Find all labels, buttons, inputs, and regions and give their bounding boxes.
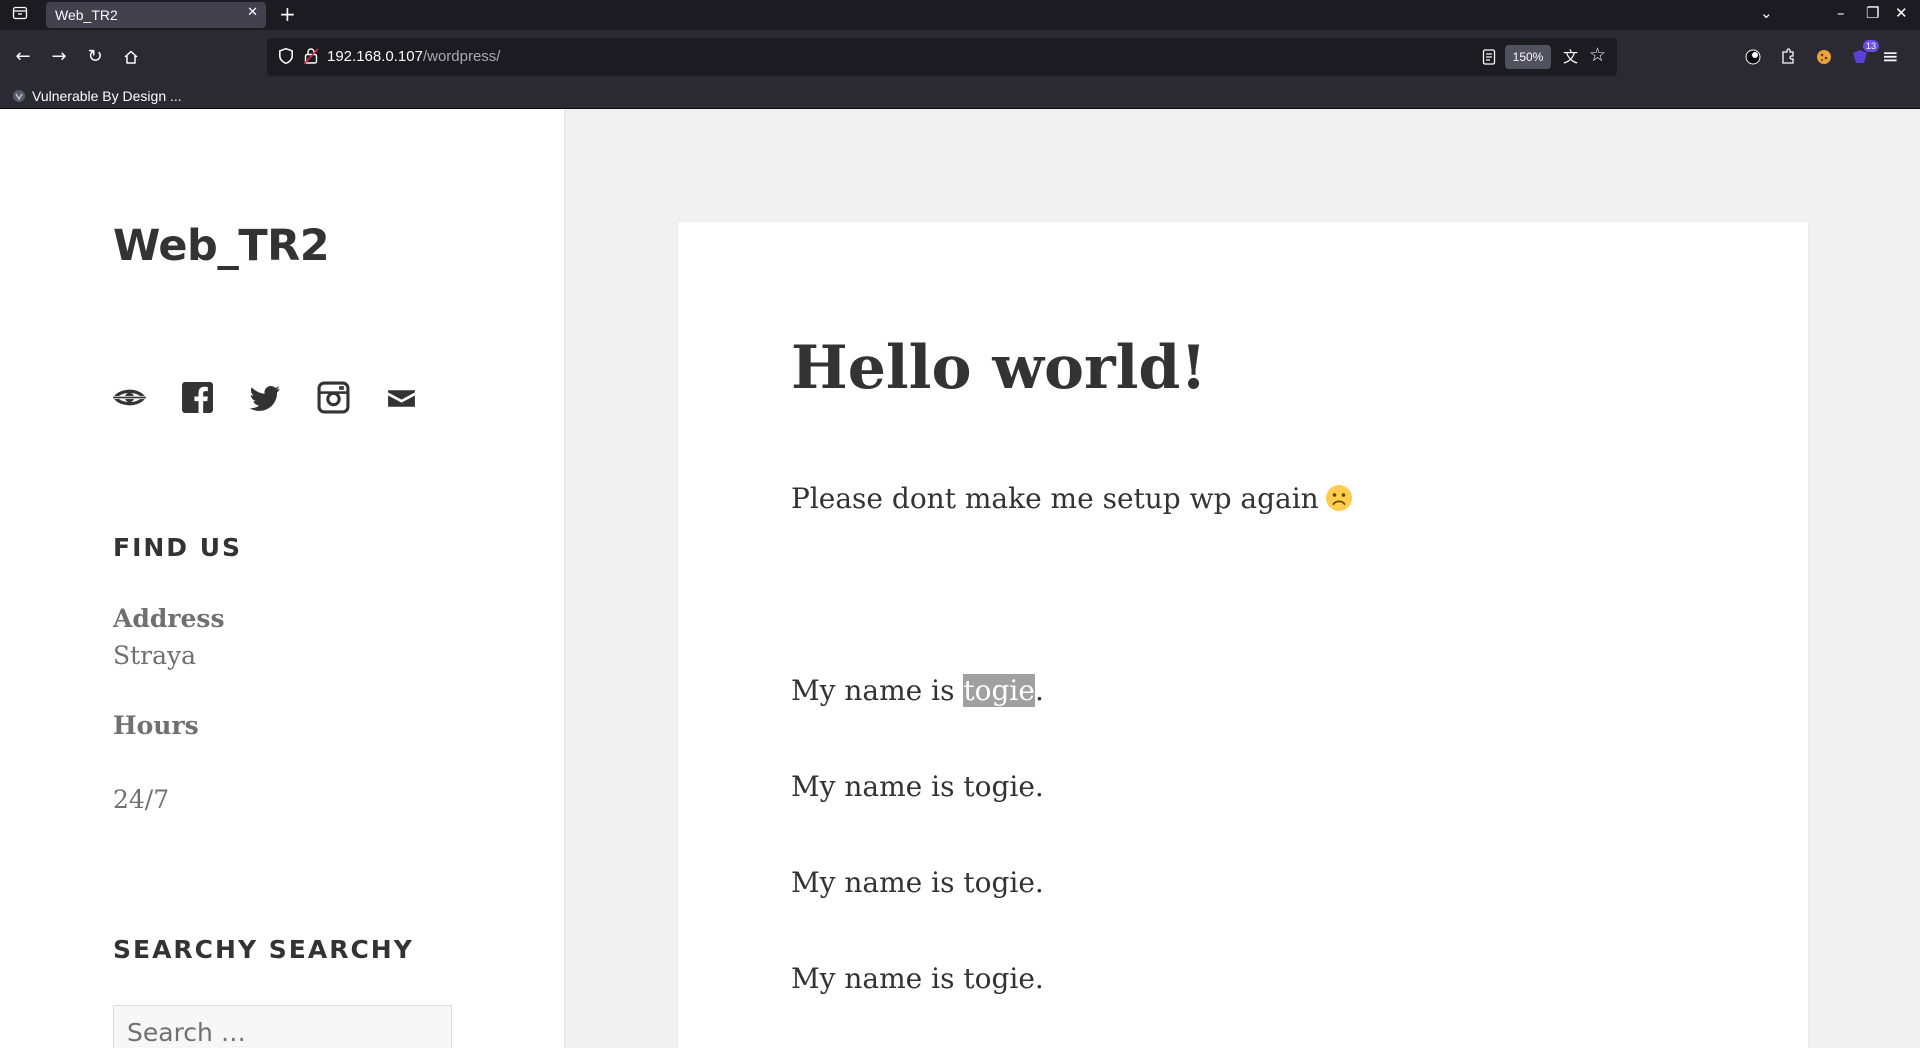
tab-bar: Web_TR2 ✕ + ⌄ – ❐ ✕: [0, 0, 1920, 30]
post-name-paragraph-selected: My name is togie.: [791, 674, 1044, 707]
address-label: Address: [113, 604, 225, 633]
post-name-paragraph: My name is togie.: [791, 962, 1044, 995]
url-path: /wordpress/: [422, 48, 501, 65]
reader-view-icon[interactable]: [1481, 48, 1497, 66]
url-bar[interactable]: 192.168.0.107/wordpress/ 150% 文 ☆: [267, 38, 1617, 76]
reload-icon[interactable]: ↻: [82, 44, 108, 70]
wordpress-icon[interactable]: [113, 381, 146, 414]
tab-title: Web_TR2: [55, 7, 118, 23]
extension-dark-mode-icon[interactable]: [1740, 44, 1766, 70]
post-card: Hello world! Please dont make me setup w…: [678, 222, 1808, 1048]
hamburger-menu-icon[interactable]: ≡: [1882, 44, 1899, 68]
tracking-shield-icon[interactable]: [277, 47, 295, 65]
new-tab-icon[interactable]: +: [279, 3, 296, 25]
slightly-frowning-face-icon: [1325, 485, 1352, 511]
restore-icon[interactable]: ❐: [1866, 4, 1879, 22]
twitter-icon[interactable]: [249, 381, 282, 414]
bookmark-label: Vulnerable By Design ...: [32, 88, 182, 104]
site-title[interactable]: Web_TR2: [113, 221, 330, 271]
main-content: Hello world! Please dont make me setup w…: [565, 109, 1920, 1048]
address-value: Straya: [113, 641, 197, 670]
search-placeholder: Search …: [127, 1018, 246, 1047]
post-intro-text: Please dont make me setup wp again: [791, 482, 1319, 515]
bookmarks-toolbar: Vulnerable By Design ...: [0, 84, 1920, 109]
extension-badge-count: 13: [1862, 40, 1879, 52]
bookmark-star-icon[interactable]: ☆: [1589, 44, 1606, 66]
tab-web-tr2[interactable]: Web_TR2 ✕: [46, 2, 266, 28]
zoom-level-badge[interactable]: 150%: [1505, 45, 1551, 69]
insecure-lock-icon[interactable]: [303, 47, 319, 65]
url-text[interactable]: 192.168.0.107/wordpress/: [327, 48, 500, 65]
post-intro-paragraph: Please dont make me setup wp again: [791, 482, 1353, 515]
search-input[interactable]: Search …: [113, 1005, 452, 1048]
tab-overflow-chevron-icon[interactable]: ⌄: [1760, 4, 1773, 22]
selected-text-togie[interactable]: togie: [963, 674, 1035, 707]
tab-list-icon[interactable]: [8, 5, 32, 25]
extension-cookie-icon[interactable]: [1811, 44, 1837, 70]
close-tab-icon[interactable]: ✕: [247, 5, 258, 20]
email-icon[interactable]: [385, 381, 418, 414]
hours-value: 24/7: [113, 785, 170, 814]
home-icon[interactable]: [118, 44, 144, 70]
name-suffix: .: [1034, 674, 1044, 707]
hours-label: Hours: [113, 711, 199, 740]
navigation-toolbar: ← → ↻ 192.168.0.107/wordpress/ 150% 文 ☆ …: [0, 30, 1920, 84]
instagram-icon[interactable]: [317, 381, 350, 414]
post-name-paragraph: My name is togie.: [791, 770, 1044, 803]
close-window-icon[interactable]: ✕: [1895, 4, 1908, 22]
name-prefix: My name is: [791, 674, 964, 707]
find-us-heading: FIND US: [113, 533, 243, 562]
search-widget-heading: SEARCHY SEARCHY: [113, 935, 414, 964]
post-title[interactable]: Hello world!: [791, 333, 1207, 403]
forward-arrow-icon[interactable]: →: [46, 44, 72, 70]
social-links: [113, 381, 418, 414]
back-arrow-icon[interactable]: ←: [10, 44, 36, 70]
facebook-icon[interactable]: [181, 381, 214, 414]
minimize-icon[interactable]: –: [1837, 4, 1845, 22]
bookmark-vulnerable-by-design[interactable]: Vulnerable By Design ...: [12, 88, 182, 104]
extension-foxyproxy-icon[interactable]: 13: [1847, 40, 1879, 70]
post-name-paragraph: My name is togie.: [791, 866, 1044, 899]
site-sidebar: Web_TR2 FIND US Address Straya Hours 24/…: [0, 109, 565, 1048]
translate-icon[interactable]: 文: [1563, 46, 1578, 67]
extensions-puzzle-icon[interactable]: [1775, 44, 1801, 70]
vulnhub-favicon-icon: [13, 90, 25, 102]
url-host: 192.168.0.107: [327, 48, 423, 65]
